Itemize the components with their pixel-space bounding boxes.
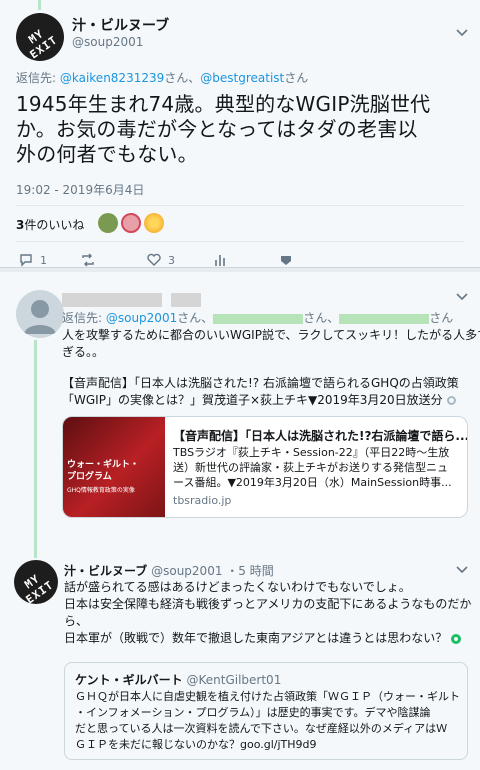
tweet-timestamp[interactable]: 19:02 - 2019年6月4日 (16, 181, 144, 198)
link-indicator-icon (446, 396, 456, 405)
default-avatar-icon (24, 300, 56, 334)
author-handle[interactable]: @soup2001 (72, 35, 143, 49)
reply-mention-link[interactable]: @soup2001 (106, 311, 177, 325)
tweet-time[interactable]: ・5 時間 (226, 564, 273, 578)
reply-header: 汁・ビルヌーブ @soup2001 ・5 時間 (64, 562, 274, 579)
chevron-down-icon[interactable] (456, 566, 468, 574)
retweet-icon (82, 253, 94, 267)
tweet-text: 1945年生まれ74歳。典型的なWGIP洗脳世代 か。お気の毒だが今となってはタ… (16, 92, 431, 166)
quoted-author-handle: @KentGilbert01 (186, 673, 282, 687)
author-handle[interactable]: @soup2001 (151, 564, 222, 578)
card-domain: tbsradio.jp (173, 494, 232, 507)
thumbnail-title: ウォー・ギルト・ プログラム GHQ情報教育政策の実像 (67, 460, 140, 494)
divider (16, 205, 464, 206)
redacted-mention[interactable] (339, 313, 430, 324)
link-card[interactable]: ウォー・ギルト・ プログラム GHQ情報教育政策の実像 【音声配信】「日本人は洗… (62, 416, 468, 518)
likes-summary[interactable]: 3件のいいね (16, 216, 84, 233)
heart-icon (147, 253, 161, 266)
reply-mention-link[interactable]: @bestgreatist (200, 71, 284, 85)
avatar[interactable] (16, 290, 64, 338)
reply-text: 話が盛られてる感はあるけどまったくないわけでもないでしょ。 日本は安全保障も経済… (64, 580, 472, 645)
reply-to-line: 返信先: @soup2001さん、 さん、 さん (62, 311, 454, 325)
quoted-text: ＧＨＱが日本人に自虐史観を植え付けた占領政策「ＷＧＩＰ（ウォー・ギルト ・インフ… (75, 690, 460, 751)
shield-icon (281, 256, 291, 265)
chevron-down-icon[interactable] (456, 29, 468, 37)
avatar[interactable]: MY EXIT (16, 13, 64, 61)
liker-avatar[interactable] (144, 213, 164, 233)
liker-avatar[interactable] (98, 213, 118, 233)
author-name[interactable]: 汁・ビルヌーブ (72, 15, 169, 35)
chevron-down-icon[interactable] (456, 293, 468, 301)
redacted-mention[interactable] (213, 313, 304, 324)
author-name[interactable]: 汁・ビルヌーブ (64, 564, 147, 578)
reply-to-line: 返信先: @kaiken8231239さん、@bestgreatistさん (16, 71, 309, 85)
main-tweet: MY EXIT 汁・ビルヌーブ @soup2001 返信先: @kaiken82… (0, 0, 480, 268)
quoted-author-name: ケント・ギルバート (75, 673, 183, 687)
card-thumbnail: ウォー・ギルト・ プログラム GHQ情報教育政策の実像 (63, 417, 165, 517)
quoted-tweet[interactable]: ケント・ギルバート @KentGilbert01 ＧＨＱが日本人に自虐史観を植え… (64, 662, 468, 760)
retweet-action[interactable] (80, 252, 96, 268)
thread-connector (38, 0, 41, 10)
card-title: 【音声配信】「日本人は洗脳された!?右派論壇で語ら... (173, 429, 468, 443)
liker-avatar[interactable] (121, 213, 141, 233)
author-name-redacted[interactable] (62, 289, 202, 308)
reply-text: 人を攻撃するために都合のいいWGIP説で、ラクしてスッキリ！したがる人多す ぎる… (62, 328, 480, 407)
status-dot-icon (451, 633, 462, 644)
direct-message-action[interactable] (278, 252, 294, 268)
reply-action[interactable]: 1 (18, 252, 47, 268)
quoted-header: ケント・ギルバート @KentGilbert01 (75, 671, 281, 688)
like-action[interactable]: 3 (146, 252, 175, 268)
divider (16, 241, 464, 242)
analytics-icon (215, 255, 225, 266)
analytics-action[interactable] (212, 252, 228, 268)
thread-connector (34, 340, 37, 558)
card-description: TBSラジオ『荻上チキ・Session-22』（平日22時～生放 送）新世代の評… (173, 446, 452, 489)
avatar[interactable]: MY EXIT (14, 560, 58, 604)
reply-mention-link[interactable]: @kaiken8231239 (60, 71, 164, 85)
reply-icon (20, 254, 32, 267)
